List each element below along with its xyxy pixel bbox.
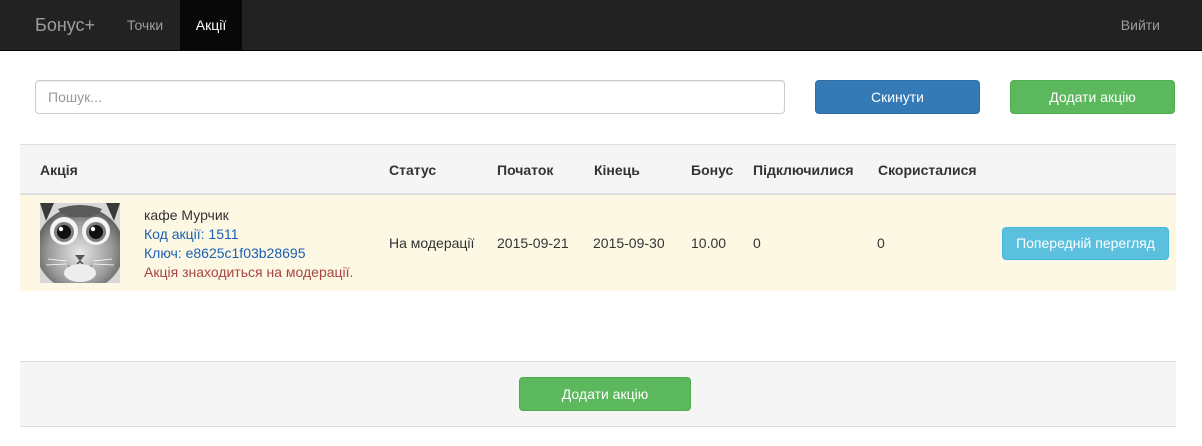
logout-link[interactable]: Вийти xyxy=(1106,0,1175,50)
column-header-status: Статус xyxy=(389,162,437,178)
navbar: Бонус+ Точки Акції Вийти xyxy=(0,0,1202,51)
nav-item-points[interactable]: Точки xyxy=(112,0,178,50)
promo-image xyxy=(40,203,120,283)
promo-joined-count: 0 xyxy=(753,235,761,251)
promo-code: Код акції: 1511 xyxy=(144,226,239,242)
promo-end-date: 2015-09-30 xyxy=(593,235,665,251)
moderation-note: Акція знаходиться на модерації. xyxy=(144,264,354,280)
promo-used-count: 0 xyxy=(877,235,885,251)
column-header-bonus: Бонус xyxy=(691,162,734,178)
table-header: Акція Статус Початок Кінець Бонус Підклю… xyxy=(20,144,1176,195)
brand-link[interactable]: Бонус+ xyxy=(35,0,95,50)
add-promo-button-bottom[interactable]: Додати акцію xyxy=(519,377,691,411)
column-header-end: Кінець xyxy=(594,162,640,178)
promo-bonus: 10.00 xyxy=(691,235,727,251)
table-footer: Додати акцію xyxy=(20,361,1176,427)
column-header-used: Скористалися xyxy=(878,162,977,178)
preview-button[interactable]: Попередній перегляд xyxy=(1002,227,1169,260)
nav-item-promos[interactable]: Акції xyxy=(180,0,242,50)
search-input[interactable] xyxy=(35,80,785,114)
promo-status: На модерації xyxy=(389,235,475,251)
table-row: кафе Мурчик Код акції: 1511 Ключ: e8625c… xyxy=(20,195,1176,291)
add-promo-button[interactable]: Додати акцію xyxy=(1010,80,1175,114)
reset-button[interactable]: Скинути xyxy=(815,80,980,114)
column-header-joined: Підключилися xyxy=(753,162,854,178)
column-header-start: Початок xyxy=(497,162,554,178)
column-header-promo: Акція xyxy=(40,162,78,178)
promo-start-date: 2015-09-21 xyxy=(497,235,569,251)
promo-info: кафе Мурчик Код акції: 1511 Ключ: e8625c… xyxy=(144,206,353,282)
promo-place-name: кафе Мурчик xyxy=(144,207,229,223)
cat-photo-image xyxy=(40,203,120,283)
promo-key: Ключ: e8625c1f03b28695 xyxy=(144,245,306,261)
